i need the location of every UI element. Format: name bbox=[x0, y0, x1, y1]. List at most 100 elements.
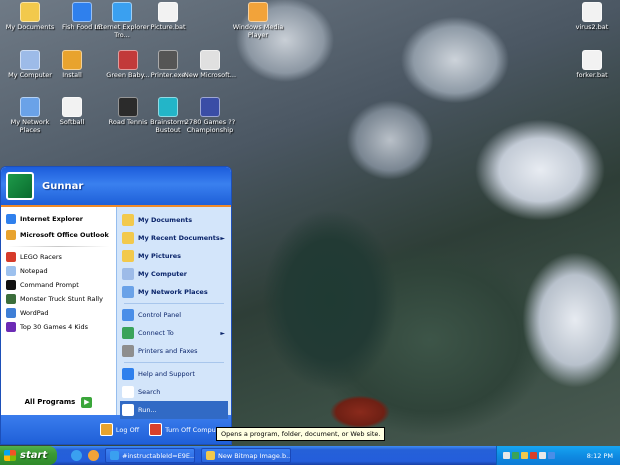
user-avatar[interactable] bbox=[6, 172, 34, 200]
start-menu-body: Internet Explorer Microsoft Office Outloo… bbox=[1, 205, 231, 419]
key-icon bbox=[99, 423, 113, 436]
menu-item-my-computer[interactable]: My Computer bbox=[120, 265, 228, 283]
menu-item-label: LEGO Racers bbox=[20, 253, 62, 261]
desktop-icon-label: Softball bbox=[59, 118, 85, 126]
menu-item-my-documents[interactable]: My Documents bbox=[120, 211, 228, 229]
desktop-icon-virus2-bat[interactable]: virus2.bat bbox=[562, 2, 620, 32]
arrow-right-icon: ▶ bbox=[81, 396, 93, 408]
desktop-icon-label: Windows Media Player bbox=[232, 23, 284, 39]
window-icon bbox=[206, 451, 215, 460]
start-menu: Gunnar Internet Explorer Microsoft Office… bbox=[0, 166, 232, 445]
menu-item-connect-to[interactable]: Connect To ► bbox=[120, 324, 228, 342]
my-documents-icon bbox=[20, 2, 40, 22]
tray-icon[interactable] bbox=[512, 452, 519, 459]
menu-item-my-network-places[interactable]: My Network Places bbox=[120, 283, 228, 301]
menu-item-top-30-games-4-kids[interactable]: Top 30 Games 4 Kids bbox=[4, 320, 113, 334]
menu-item-command-prompt[interactable]: Command Prompt bbox=[4, 278, 113, 292]
desktop-icon-softball[interactable]: Softball bbox=[42, 97, 102, 127]
user-name: Gunnar bbox=[42, 180, 84, 192]
menu-item-label: My Computer bbox=[138, 270, 187, 278]
menu-item-help-and-support[interactable]: Help and Support bbox=[120, 365, 228, 383]
microsoft-office-outlook-icon bbox=[6, 230, 16, 240]
all-programs-label: All Programs bbox=[24, 398, 76, 406]
menu-item-label: Search bbox=[138, 388, 161, 396]
new-microsoft-icon bbox=[200, 50, 220, 70]
menu-item-my-pictures[interactable]: My Pictures bbox=[120, 247, 228, 265]
menu-item-label: Notepad bbox=[20, 267, 48, 275]
menu-item-search[interactable]: Search bbox=[120, 383, 228, 401]
desktop-icon-label: Install bbox=[62, 71, 82, 79]
menu-item-lego-racers[interactable]: LEGO Racers bbox=[4, 250, 113, 264]
lego-racers-icon bbox=[6, 252, 16, 262]
menu-item-label: My Documents bbox=[138, 216, 193, 224]
log-off-button[interactable]: Log Off bbox=[99, 423, 140, 436]
fish-food-le-icon bbox=[72, 2, 92, 22]
menu-item-run[interactable]: Run... bbox=[120, 401, 228, 419]
menu-item-my-recent-documents[interactable]: My Recent Documents ► bbox=[120, 229, 228, 247]
run-tooltip: Opens a program, folder, document, or We… bbox=[216, 427, 386, 441]
notepad-icon bbox=[6, 266, 16, 276]
menu-item-label: Top 30 Games 4 Kids bbox=[20, 323, 88, 331]
my-computer-icon bbox=[122, 268, 134, 280]
turn-off-button[interactable]: Turn Off Computer bbox=[149, 423, 225, 436]
search-icon bbox=[122, 386, 134, 398]
tray-icon[interactable] bbox=[521, 452, 528, 459]
menu-item-microsoft-office-outlook[interactable]: Microsoft Office Outlook bbox=[4, 227, 113, 243]
task-list: #instructableId=E9E... New Bitmap Image.b… bbox=[99, 448, 291, 463]
my-network-places-icon bbox=[122, 286, 134, 298]
desktop-icon-2780-games-championship[interactable]: 2780 Games ?? Championship bbox=[180, 97, 240, 134]
menu-item-label: Help and Support bbox=[138, 370, 195, 378]
log-off-label: Log Off bbox=[115, 425, 140, 434]
taskbar-button[interactable]: New Bitmap Image.b... bbox=[201, 448, 291, 463]
menu-item-label: My Network Places bbox=[138, 288, 208, 296]
2780-games-championship-icon bbox=[200, 97, 220, 117]
clock: 8:12 PM bbox=[586, 451, 613, 460]
desktop-icon-new-microsoft[interactable]: New Microsoft... bbox=[180, 50, 240, 80]
power-icon bbox=[149, 423, 163, 436]
desktop-icon-my-documents[interactable]: My Documents bbox=[0, 2, 60, 32]
tray-icon[interactable] bbox=[503, 452, 510, 459]
tray-icon[interactable] bbox=[539, 452, 546, 459]
desktop-icon-windows-media-player[interactable]: Windows Media Player bbox=[228, 2, 288, 39]
media-player-icon[interactable] bbox=[88, 450, 99, 461]
menu-item-notepad[interactable]: Notepad bbox=[4, 264, 113, 278]
install-icon bbox=[62, 50, 82, 70]
tray-icon[interactable] bbox=[548, 452, 555, 459]
internet-explorer-icon bbox=[6, 214, 16, 224]
menu-item-label: WordPad bbox=[20, 309, 49, 317]
start-button[interactable]: start bbox=[0, 446, 57, 465]
menu-item-control-panel[interactable]: Control Panel bbox=[120, 306, 228, 324]
system-tray: 8:12 PM bbox=[496, 446, 620, 465]
desktop-icon-label: My Documents bbox=[5, 23, 55, 31]
pinned-programs: Internet Explorer Microsoft Office Outloo… bbox=[4, 211, 113, 243]
menu-item-wordpad[interactable]: WordPad bbox=[4, 306, 113, 320]
system-list: Control Panel Connect To ► Printers and Fax… bbox=[120, 306, 228, 360]
desktop-icon-install[interactable]: Install bbox=[42, 50, 102, 80]
desktop-icon-label: Picture.bat bbox=[150, 23, 186, 31]
taskbar-button[interactable]: #instructableId=E9E... bbox=[105, 448, 195, 463]
softball-icon bbox=[62, 97, 82, 117]
my-recent-documents-icon bbox=[122, 232, 134, 244]
recent-programs: LEGO Racers Notepad Command Prompt Monster … bbox=[4, 250, 113, 334]
road-tennis-icon bbox=[118, 97, 138, 117]
menu-item-printers-and-faxes[interactable]: Printers and Faxes bbox=[120, 342, 228, 360]
menu-item-label: Internet Explorer bbox=[20, 215, 83, 223]
separator bbox=[8, 246, 109, 247]
desktop-icon-picture-bat[interactable]: Picture.bat bbox=[138, 2, 198, 32]
menu-item-label: Connect To bbox=[138, 329, 174, 337]
menu-item-monster-truck-stunt-rally[interactable]: Monster Truck Stunt Rally bbox=[4, 292, 113, 306]
desktop-icon-label: New Microsoft... bbox=[183, 71, 237, 79]
separator bbox=[124, 303, 224, 304]
my-pictures-icon bbox=[122, 250, 134, 262]
top-30-games-4-kids-icon bbox=[6, 322, 16, 332]
start-menu-right-pane: My Documents My Recent Documents ► My Pictu… bbox=[116, 207, 231, 419]
desktop-icon-forker-bat[interactable]: forker.bat bbox=[562, 50, 620, 80]
menu-item-internet-explorer[interactable]: Internet Explorer bbox=[4, 211, 113, 227]
picture-bat-icon bbox=[158, 2, 178, 22]
internet-explorer-icon[interactable] bbox=[71, 450, 82, 461]
menu-item-label: Run... bbox=[138, 406, 157, 414]
tray-icon[interactable] bbox=[530, 452, 537, 459]
menu-item-label: Control Panel bbox=[138, 311, 182, 319]
all-programs-button[interactable]: All Programs ▶ bbox=[1, 393, 116, 411]
wordpad-icon bbox=[6, 308, 16, 318]
